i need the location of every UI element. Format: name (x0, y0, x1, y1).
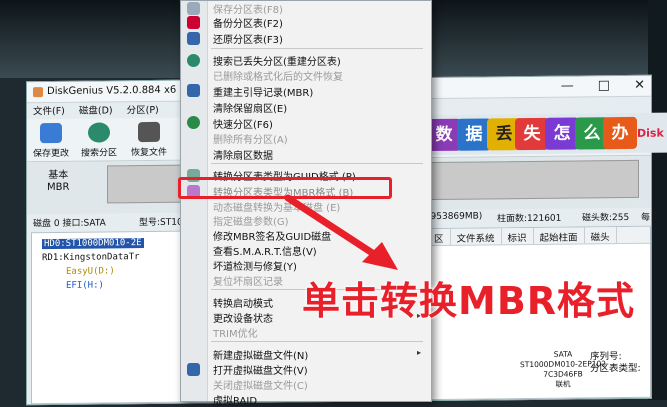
column-id[interactable]: 标识 (501, 227, 534, 245)
disk-tree: HD0:ST1000DM010-2E RD1:KingstonDataTr Ea… (31, 230, 193, 405)
menu-backup-partition-table[interactable]: 备份分区表(F2) (213, 15, 283, 30)
recover-files-button[interactable]: 恢复文件 (127, 121, 171, 159)
disk-heads: 磁头数:255 (582, 212, 630, 224)
menu-clear-reserved-sectors[interactable]: 清除保留扇区(E) (213, 100, 287, 115)
close-button[interactable]: ✕ (634, 78, 645, 93)
mbr-icon (187, 84, 200, 97)
column-heads[interactable]: 磁头 (584, 227, 617, 244)
app-logo-icon (33, 87, 43, 98)
menu-disk[interactable]: 磁盘(D) (79, 102, 113, 117)
minimize-button[interactable]: — (561, 79, 574, 94)
menu-restore-partition-table[interactable]: 还原分区表(F3) (213, 31, 283, 46)
tree-node-easyu[interactable]: EasyU(D:) (66, 266, 115, 277)
menu-rebuild-mbr[interactable]: 重建主引导记录(MBR) (213, 84, 313, 99)
menu-file[interactable]: 文件(F) (33, 103, 65, 118)
recover-icon (138, 121, 160, 143)
tree-node-hd0[interactable]: HD0:ST1000DM010-2E (42, 238, 144, 250)
save-icon (40, 122, 62, 144)
disk-property-labels: 序列号: 分区表类型: (590, 351, 641, 376)
window-title: DiskGenius V5.2.0.884 x6 (47, 84, 177, 98)
menu-new-virtual-disk[interactable]: 新建虚拟磁盘文件(N) (213, 347, 308, 362)
menu-quick-partition[interactable]: 快速分区(F6) (213, 116, 273, 131)
maximize-button[interactable]: □ (598, 78, 610, 93)
save-changes-button[interactable]: 保存更改 (29, 122, 73, 160)
menu-clear-sector-data[interactable]: 清除扇区数据 (213, 147, 273, 162)
disk-more: 每 (641, 212, 651, 223)
menu-separator (211, 48, 423, 49)
menu-separator (211, 341, 423, 342)
partition-columns: 区 文件系统 标识 起始柱面 磁头 (428, 226, 650, 247)
magnifier-icon (88, 122, 110, 143)
restore-icon (187, 32, 200, 45)
banner-tile: 失 (515, 117, 549, 151)
menu-disk-parameters[interactable]: 指定磁盘参数(G) (213, 213, 289, 228)
column-start-cylinder[interactable]: 起始柱面 (533, 227, 585, 244)
backup-icon (187, 16, 200, 29)
menu-trim[interactable]: TRIM优化 (213, 325, 258, 340)
menu-switch-boot-mode[interactable]: 转换启动模式 (213, 295, 273, 310)
search-partition-label: 搜索分区 (80, 148, 117, 159)
menu-partition[interactable]: 分区(P) (127, 102, 159, 117)
banner-tile: 据 (457, 118, 491, 151)
disk-type-mbr: MBR (47, 181, 70, 194)
save-icon (187, 2, 200, 15)
recover-files-label: 恢复文件 (130, 147, 167, 159)
window-controls: — □ ✕ (561, 78, 645, 94)
menu-separator (211, 163, 423, 164)
banner-brand: Disk (637, 126, 664, 140)
banner-tile: 怎 (545, 117, 579, 150)
disk-type-label: 基本 MBR (47, 170, 69, 194)
disk-type-basic: 基本 (48, 169, 69, 182)
quick-partition-icon (187, 116, 200, 129)
search-icon (187, 54, 200, 67)
submenu-arrow-icon: ▸ (417, 348, 422, 357)
annotation-callout: 单击转换MBR格式 (302, 279, 636, 323)
menu-recover-deleted-files[interactable]: 已删除或格式化后的文件恢复 (213, 68, 343, 83)
menu-delete-all-partitions[interactable]: 删除所有分区(A) (213, 131, 288, 146)
menu-open-virtual-disk[interactable]: 打开虚拟磁盘文件(V) (213, 362, 308, 377)
ad-banner[interactable]: 数 据 丢 失 怎 么 办 Disk (427, 112, 667, 156)
sata-status: 联机 (555, 379, 571, 389)
tree-node-rd1[interactable]: RD1:KingstonDataTr (42, 252, 140, 263)
column-filesystem[interactable]: 文件系统 (450, 228, 502, 245)
menu-change-device-state[interactable]: 更改设备状态 (213, 310, 273, 325)
disk-interface: 磁盘 0 接口:SATA (33, 218, 106, 230)
save-changes-label: 保存更改 (32, 148, 69, 160)
menu-close-virtual-disk[interactable]: 关闭虚拟磁盘文件(C) (213, 377, 308, 392)
disk-cylinders: 柱面数:121601 (497, 213, 562, 225)
partition-table-type-label: 分区表类型: (590, 362, 641, 375)
serial-label: 序列号: (590, 351, 622, 363)
open-vdisk-icon (187, 363, 200, 376)
disk-capacity: (953869MB) (427, 211, 483, 223)
banner-tile: 办 (603, 116, 637, 150)
banner-tile: 数 (427, 118, 461, 152)
menu-reset-bad-sectors[interactable]: 复位坏扇区记录 (213, 273, 283, 288)
menu-search-lost-partitions[interactable]: 搜索已丢失分区(重建分区表) (213, 53, 341, 68)
menu-save-partition-table[interactable]: 保存分区表(F8) (213, 1, 283, 16)
tree-node-efi[interactable]: EFI(H:) (66, 280, 104, 290)
search-partition-button[interactable]: 搜索分区 (77, 122, 121, 159)
annotation-arrow-icon (284, 194, 398, 270)
